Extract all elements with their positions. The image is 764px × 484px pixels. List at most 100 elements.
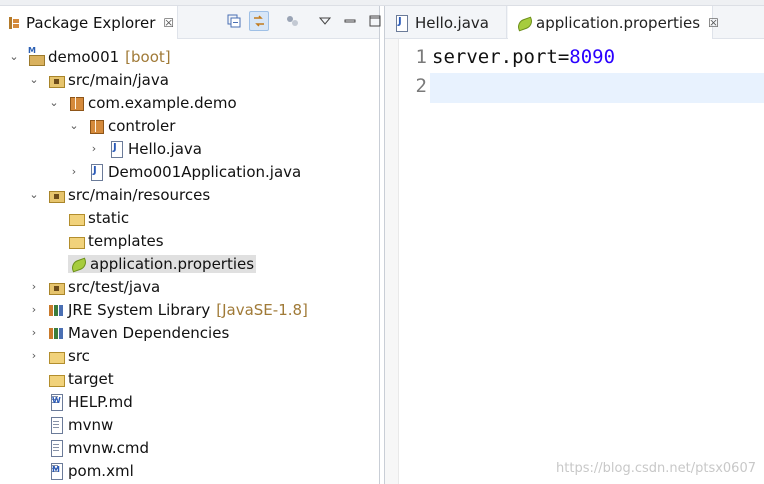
tree-item-label: src/main/java [68, 70, 169, 89]
chevron-down-icon[interactable]: ⌄ [28, 73, 40, 86]
tree-item-decoration: [JavaSE-1.8] [216, 300, 308, 319]
chevron-right-icon[interactable]: › [28, 326, 40, 339]
tree-item-maven-dependencies[interactable]: › Maven Dependencies [0, 321, 380, 344]
chevron-right-icon[interactable]: › [88, 142, 100, 155]
tree-item-label: JRE System Library [68, 300, 211, 319]
maven-project-icon [28, 46, 45, 66]
view-menu-icon[interactable] [315, 11, 335, 31]
library-icon [48, 302, 64, 318]
tree-item-static[interactable]: › static [0, 206, 380, 229]
line-number: 1 [415, 46, 427, 68]
tab-label: application.properties [536, 13, 701, 32]
tree-item-label: static [88, 208, 130, 227]
current-line-highlight [430, 73, 764, 103]
tree-item-label: Demo001Application.java [108, 162, 302, 181]
maven-pom-icon [48, 462, 64, 480]
chevron-down-icon[interactable]: ⌄ [28, 188, 40, 201]
tree-item-label: application.properties [90, 254, 255, 273]
tree-item-application-properties[interactable]: › application.properties [0, 252, 380, 275]
chevron-down-icon[interactable]: ⌄ [8, 50, 20, 63]
tree-item-controler[interactable]: ⌄ controler [0, 114, 380, 137]
tree-item-label: demo001 [48, 47, 120, 66]
text-file-icon [48, 416, 64, 434]
close-icon[interactable]: ☒ [163, 16, 174, 30]
chevron-down-icon[interactable]: ⌄ [68, 119, 80, 132]
tree-item-src[interactable]: › src [0, 344, 380, 367]
line-number: 2 [415, 75, 427, 97]
package-icon [88, 118, 104, 134]
tab-package-explorer[interactable]: Package Explorer ☒ [0, 6, 178, 39]
library-icon [48, 325, 64, 341]
tree-item-target[interactable]: › target [0, 367, 380, 390]
tree-item-label: target [68, 369, 114, 388]
maximize-icon[interactable] [365, 11, 385, 31]
view-toolbar [224, 11, 385, 31]
selection-highlight: application.properties [68, 254, 257, 273]
tree-item-label: Hello.java [128, 139, 202, 158]
tree-item-help-md[interactable]: › HELP.md [0, 390, 380, 413]
chevron-right-icon[interactable]: › [68, 165, 80, 178]
spring-leaf-icon [516, 15, 532, 31]
editor-ruler [385, 39, 399, 484]
tree-item-label: controler [108, 116, 176, 135]
collapse-all-icon[interactable] [224, 11, 244, 31]
markdown-file-icon [48, 393, 64, 411]
tree-item-label: src [68, 346, 90, 365]
minimize-icon[interactable] [340, 11, 360, 31]
property-key: server.port= [432, 46, 570, 68]
tree-item-src-test-java[interactable]: › src/test/java [0, 275, 380, 298]
package-explorer-tabbar: Package Explorer ☒ [0, 6, 381, 39]
java-file-icon [393, 14, 409, 32]
focus-icon[interactable] [282, 11, 302, 31]
package-explorer-panel: Package Explorer ☒ ⌄ M demo001 [boot] ⌄ … [0, 6, 381, 484]
tree-item-label: src/test/java [68, 277, 161, 296]
editor-area: Hello.java application.properties ☒ 1 2 … [384, 6, 764, 484]
chevron-right-icon[interactable]: › [28, 303, 40, 316]
tree-item-com-example-demo[interactable]: ⌄ com.example.demo [0, 91, 380, 114]
chevron-right-icon[interactable]: › [28, 280, 40, 293]
java-file-icon [88, 163, 104, 181]
code-line: server.port=8090 [432, 46, 615, 68]
folder-icon [68, 210, 85, 226]
tree-item-hello-java[interactable]: › Hello.java [0, 137, 380, 160]
tab-application-properties[interactable]: application.properties ☒ [508, 6, 719, 39]
folder-icon [68, 233, 85, 249]
tree-item-pom-xml[interactable]: › pom.xml [0, 459, 380, 482]
tree-item-label: Maven Dependencies [68, 323, 230, 342]
source-folder-icon [48, 279, 65, 295]
tree-item-label: src/main/resources [68, 185, 211, 204]
tab-label: Hello.java [415, 13, 489, 32]
chevron-down-icon[interactable]: ⌄ [48, 96, 60, 109]
tree-item-src-main-java[interactable]: ⌄ src/main/java [0, 68, 380, 91]
tree-item-label: pom.xml [68, 461, 134, 480]
tree-item-templates[interactable]: › templates [0, 229, 380, 252]
spring-leaf-icon [70, 256, 86, 272]
watermark: https://blog.csdn.net/ptsx0607 [556, 461, 756, 476]
link-with-editor-icon[interactable] [249, 11, 269, 31]
folder-icon [48, 371, 65, 387]
package-icon [68, 95, 84, 111]
tree-item-demo001[interactable]: ⌄ demo001 [boot] [0, 45, 380, 68]
line-number-gutter: 1 2 [399, 39, 429, 484]
tree-item-jre-system-library[interactable]: › JRE System Library [JavaSE-1.8] [0, 298, 380, 321]
tree-item-decoration: [boot] [125, 47, 171, 66]
java-file-icon [108, 140, 124, 158]
project-tree: ⌄ demo001 [boot] ⌄ src/main/java ⌄ com.e… [0, 45, 380, 482]
chevron-right-icon[interactable]: › [28, 349, 40, 362]
tree-item-label: templates [88, 231, 164, 250]
tree-item-label: com.example.demo [88, 93, 237, 112]
source-folder-icon [48, 72, 65, 88]
package-explorer-icon [8, 16, 20, 30]
tree-item-mvnw-cmd[interactable]: › mvnw.cmd [0, 436, 380, 459]
code-editor[interactable]: server.port=8090 [430, 39, 764, 484]
tree-item-demo001application-java[interactable]: › Demo001Application.java [0, 160, 380, 183]
editor-tabbar: Hello.java application.properties ☒ [385, 6, 764, 39]
close-icon[interactable]: ☒ [708, 16, 719, 30]
tree-item-label: HELP.md [68, 392, 133, 411]
tree-item-mvnw[interactable]: › mvnw [0, 413, 380, 436]
tab-hello-java[interactable]: Hello.java [385, 6, 507, 39]
property-value: 8090 [569, 46, 616, 68]
tree-item-label: mvnw.cmd [68, 438, 150, 457]
package-explorer-title: Package Explorer [26, 13, 156, 32]
tree-item-src-main-resources[interactable]: ⌄ src/main/resources [0, 183, 380, 206]
